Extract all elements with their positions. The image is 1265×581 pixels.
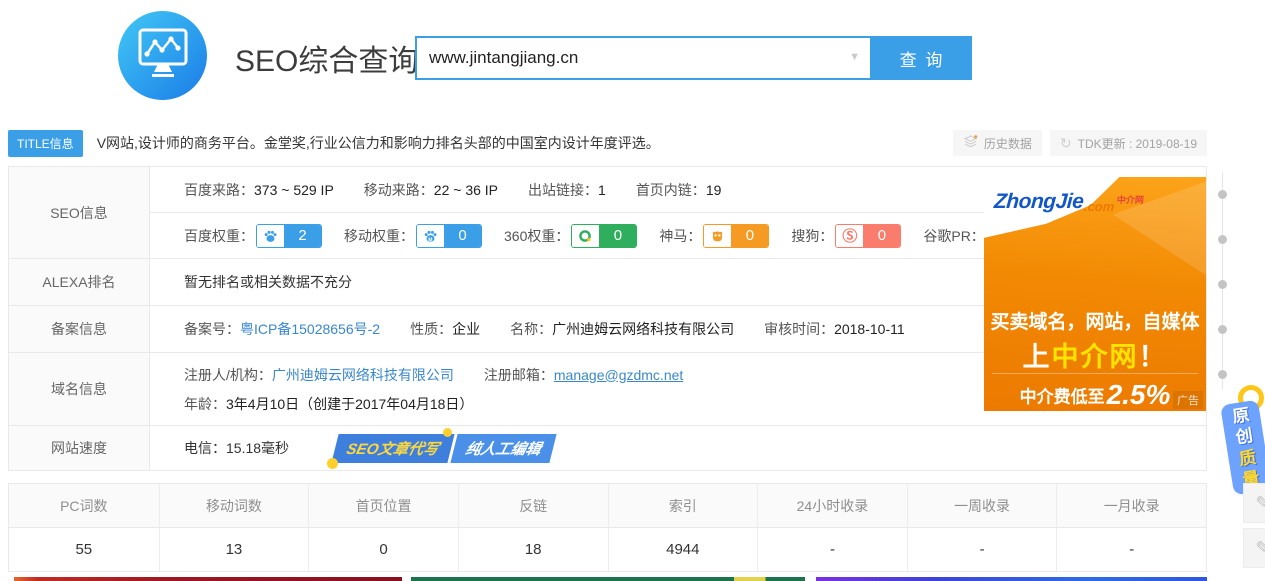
so360-weight-badge[interactable]: 0 — [571, 224, 637, 248]
promo-dot — [443, 428, 452, 437]
so360-weight: 360权重： 0 — [504, 224, 637, 248]
zhongjie-ad-banner[interactable]: ZhongJie.com中介网 买卖域名，网站，自媒体 上中介网！ 中介费低至2… — [984, 177, 1206, 411]
pencil-icon: ✎ — [1255, 538, 1265, 559]
bottom-ad-strip[interactable] — [411, 577, 805, 581]
monitor-chart-icon — [132, 24, 194, 87]
zhongjie-logo: ZhongJie.com中介网 — [993, 190, 1144, 214]
site-logo — [118, 11, 207, 100]
domain-age: 年龄：3年4月10日（创建于2017年04月18日） — [184, 394, 473, 414]
mobile-weight-badge[interactable]: M 0 — [416, 224, 482, 248]
baidu-weight-badge[interactable]: 2 — [256, 224, 322, 248]
stats-header: PC词数 — [9, 484, 159, 527]
beian-number: 备案号：粤ICP备15028656号-2 — [184, 319, 380, 339]
history-data-button[interactable]: 历史数据 — [953, 130, 1042, 156]
domain-email: 注册邮箱：manage@gzdmc.net — [484, 365, 683, 385]
site-title-text: V网站,设计师的商务平台。金堂奖,行业公信力和影响力排名头部的中国室内设计年度评… — [97, 133, 945, 153]
dropdown-arrow-icon[interactable]: ▼ — [849, 51, 860, 63]
stats-value-row: 55 13 0 18 4944 - - - — [9, 527, 1206, 571]
sogou-icon: Ⓢ — [836, 225, 863, 247]
stats-value: 0 — [308, 528, 458, 571]
promo-text-2: 纯人工编辑 — [450, 434, 556, 463]
stats-header: 一周收录 — [907, 484, 1057, 527]
stats-value: 18 — [458, 528, 608, 571]
mobile-weight: 移动权重： M 0 — [344, 224, 482, 248]
registrant-link[interactable]: 广州迪姆云网络科技有限公司 — [272, 367, 454, 383]
mobile-traffic: 移动来路：22 ~ 36 IP — [364, 180, 498, 200]
promo-dot — [327, 458, 338, 469]
stats-value: 13 — [159, 528, 309, 571]
keyword-stats-table: PC词数 移动词数 首页位置 反链 索引 24小时收录 一周收录 一月收录 55… — [8, 483, 1207, 572]
beian-nature: 性质：企业 — [410, 319, 480, 339]
side-nav-dot[interactable] — [1218, 325, 1227, 334]
pencil-icon: ✎ — [1255, 493, 1265, 514]
layers-icon — [963, 135, 978, 151]
tdk-update-button[interactable]: ↻ TDK更新 : 2019-08-19 — [1050, 130, 1207, 156]
email-link[interactable]: manage@gzdmc.net — [554, 367, 683, 383]
stats-value: - — [907, 528, 1057, 571]
seo-query-page: SEO综合查询 ▼ 查 询 TITLE信息 V网站,设计师的商务平台。金堂奖,行… — [0, 0, 1265, 581]
search-input[interactable] — [417, 38, 870, 78]
ad-line-1: 买卖域名，网站，自媒体 — [984, 307, 1206, 334]
baidu-mobile-paw-icon: M — [417, 225, 444, 247]
refresh-icon: ↻ — [1060, 136, 1072, 150]
stats-value: - — [1056, 528, 1206, 571]
seo-info-table: SEO信息 百度来路：373 ~ 529 IP 移动来路：22 ~ 36 IP … — [8, 166, 1207, 471]
stats-header: 首页位置 — [308, 484, 458, 527]
bottom-ad-strip[interactable] — [14, 577, 402, 581]
history-data-label: 历史数据 — [984, 135, 1032, 152]
side-nav-dot[interactable] — [1218, 235, 1227, 244]
homepage-inner-links: 首页内链：19 — [636, 180, 722, 200]
so360-icon — [572, 225, 599, 247]
edit-feedback-button[interactable]: ✎ — [1243, 528, 1265, 568]
original-quality-sticker[interactable]: 原创 质量 — [1220, 400, 1265, 496]
row-label-alexa: ALEXA排名 — [9, 259, 150, 305]
query-button[interactable]: 查 询 — [872, 36, 972, 80]
beian-audit-time: 审核时间：2018-10-11 — [764, 319, 905, 339]
ad-label: 广告 — [1173, 391, 1203, 409]
stats-header: 反链 — [458, 484, 608, 527]
stats-value: - — [757, 528, 907, 571]
row-label-domain: 域名信息 — [9, 353, 150, 425]
stats-value: 4944 — [608, 528, 758, 571]
shenma-weight-badge[interactable]: 0 — [703, 224, 769, 248]
ad-line-2: 上中介网！ — [984, 335, 1206, 374]
stats-header: 24小时收录 — [757, 484, 907, 527]
baidu-paw-icon — [257, 225, 284, 247]
side-nav-dot[interactable] — [1218, 370, 1227, 379]
edit-feedback-button[interactable]: ✎ — [1243, 483, 1265, 523]
row-speed: 网站速度 电信：15.18毫秒 SEO文章代写 纯人工编辑 — [9, 425, 1206, 470]
baidu-traffic: 百度来路：373 ~ 529 IP — [184, 180, 334, 200]
seo-article-promo-banner[interactable]: SEO文章代写 纯人工编辑 — [335, 434, 553, 463]
shenma-owl-icon — [704, 225, 731, 247]
baidu-weight: 百度权重： 2 — [184, 224, 322, 248]
stats-header-row: PC词数 移动词数 首页位置 反链 索引 24小时收录 一周收录 一月收录 — [9, 484, 1206, 527]
page-title: SEO综合查询 — [235, 36, 418, 80]
tdk-update-label: TDK更新 : 2019-08-19 — [1078, 135, 1197, 152]
shenma-weight: 神马： 0 — [659, 224, 769, 248]
row-label-speed: 网站速度 — [9, 426, 150, 470]
title-badge: TITLE信息 — [8, 130, 83, 157]
ad-divider — [992, 373, 1198, 374]
speed-value: 电信：15.18毫秒 — [184, 438, 289, 458]
sogou-weight-badge[interactable]: Ⓢ 0 — [835, 224, 901, 248]
beian-name: 名称：广州迪姆云网络科技有限公司 — [510, 319, 734, 339]
side-nav-dot[interactable] — [1218, 280, 1227, 289]
side-nav-dot[interactable] — [1218, 190, 1227, 199]
stats-header: 一月收录 — [1056, 484, 1206, 527]
beian-number-link[interactable]: 粤ICP备15028656号-2 — [240, 321, 380, 337]
sogou-weight: 搜狗： Ⓢ 0 — [791, 224, 901, 248]
search-box: ▼ — [415, 36, 872, 80]
stats-header: 移动词数 — [159, 484, 309, 527]
promo-text-1: SEO文章代写 — [331, 434, 454, 463]
row-label-seo: SEO信息 — [9, 167, 150, 258]
title-info-row: TITLE信息 V网站,设计师的商务平台。金堂奖,行业公信力和影响力排名头部的中… — [8, 130, 1207, 156]
svg-text:M: M — [428, 237, 432, 243]
domain-registrant: 注册人/机构：广州迪姆云网络科技有限公司 — [184, 365, 454, 385]
row-label-beian: 备案信息 — [9, 306, 150, 352]
outbound-links: 出站链接：1 — [528, 180, 606, 200]
bottom-ad-strip[interactable] — [816, 577, 1207, 581]
stats-header: 索引 — [608, 484, 758, 527]
stats-value: 55 — [9, 528, 159, 571]
